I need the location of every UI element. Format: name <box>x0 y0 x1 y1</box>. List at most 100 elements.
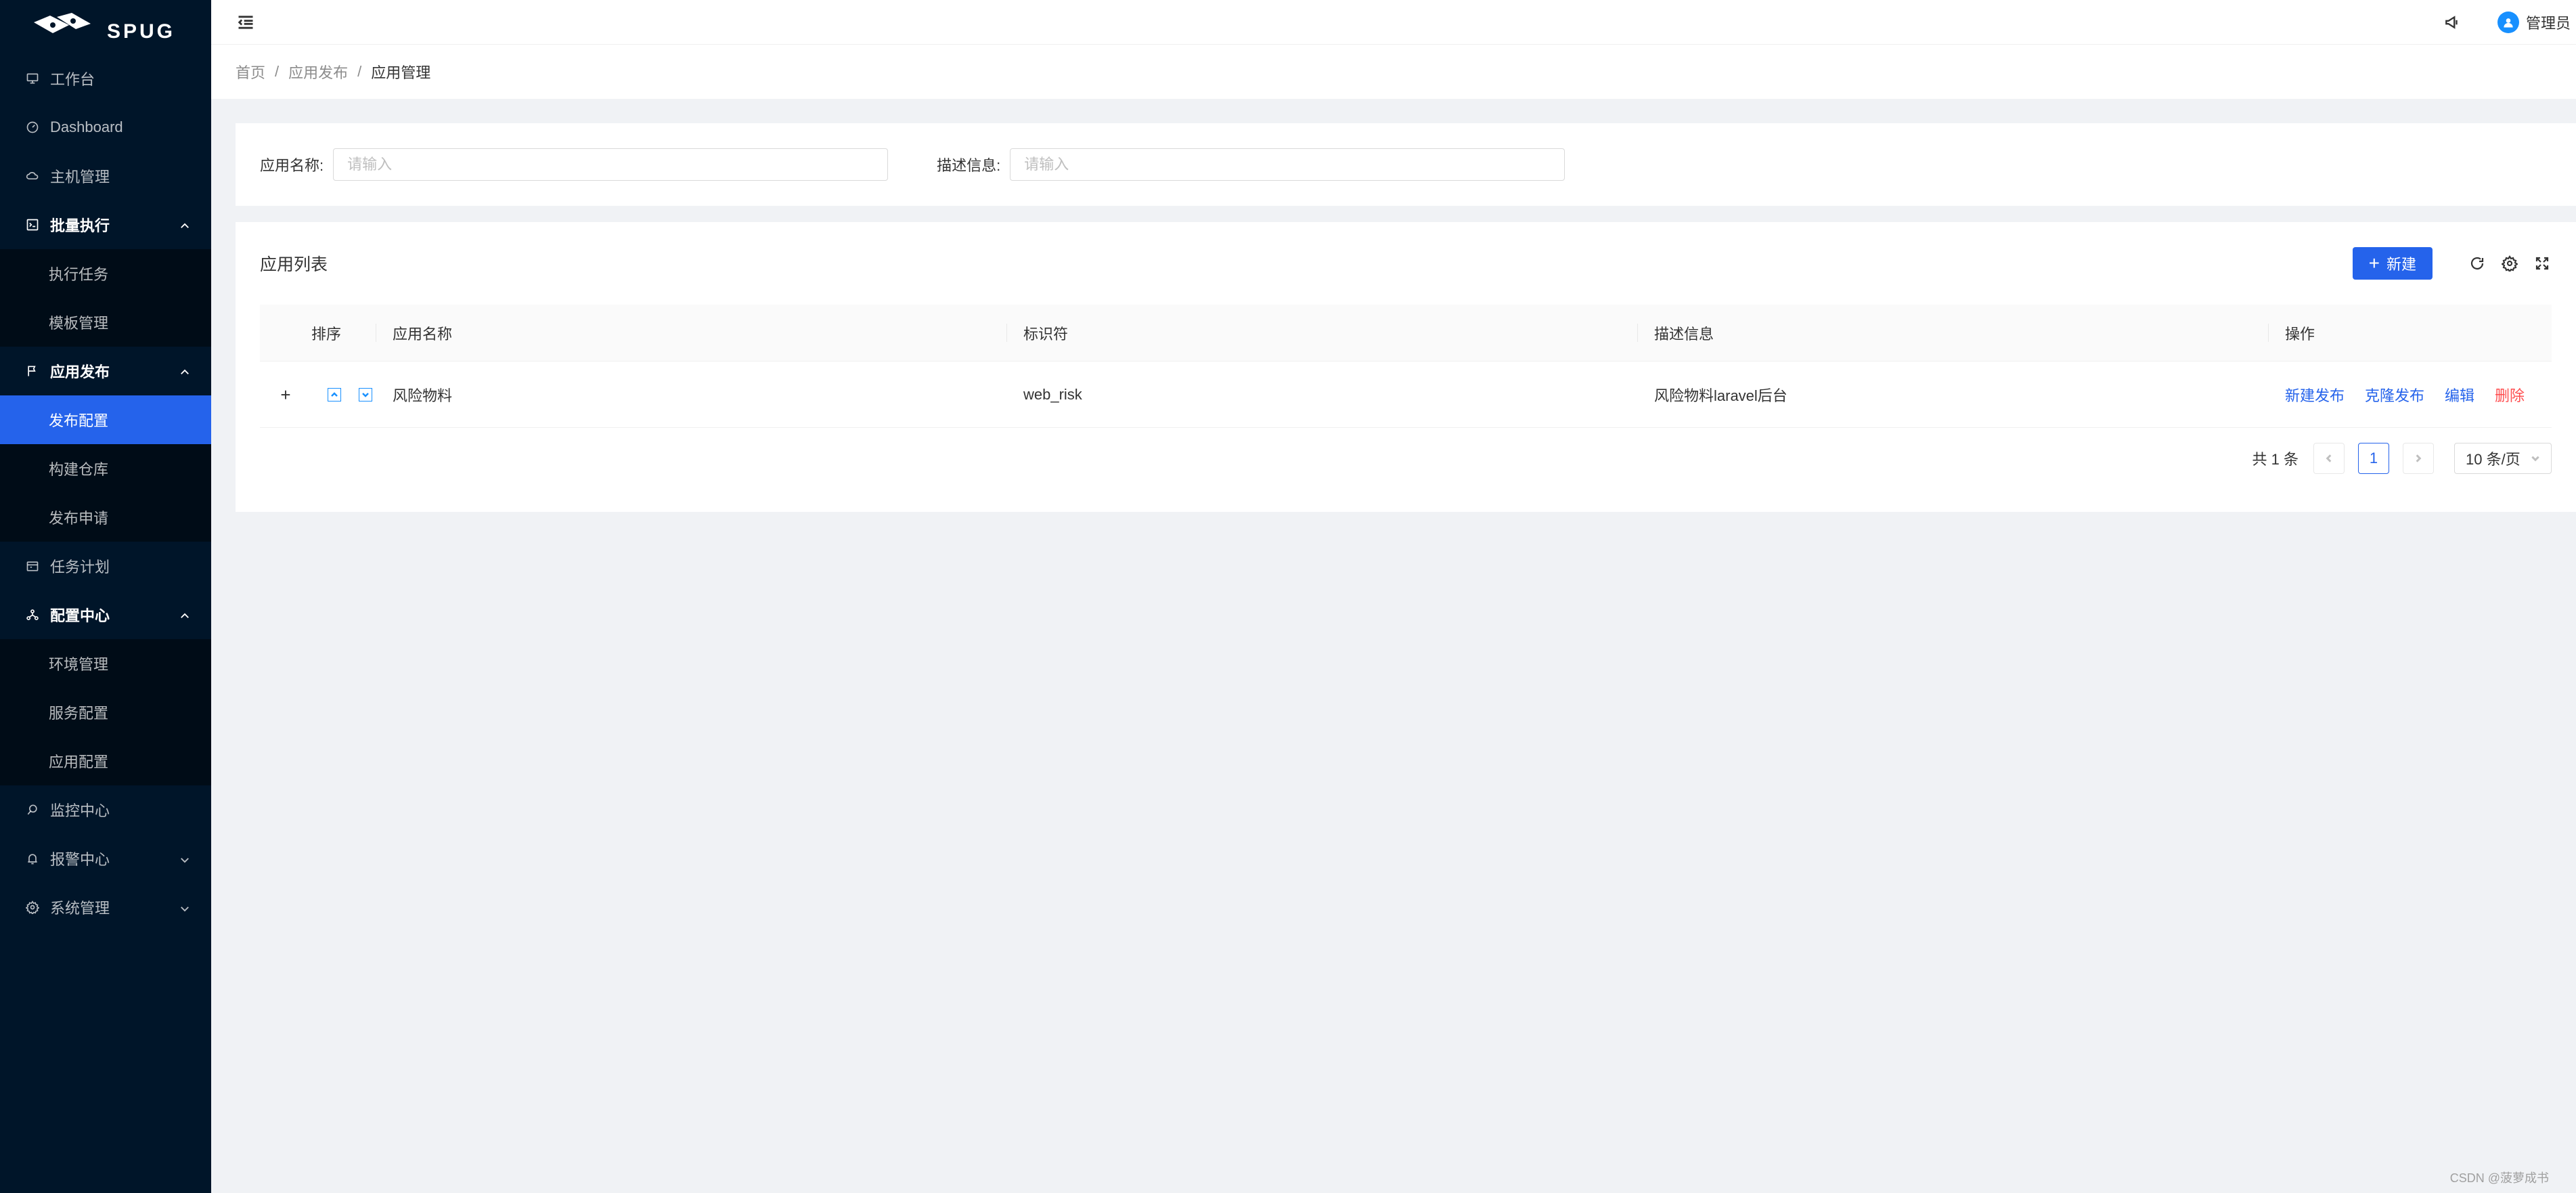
sidebar-item-batch[interactable]: 批量执行 <box>0 200 211 249</box>
breadcrumb: 首页 / 应用发布 / 应用管理 <box>211 45 2576 99</box>
spug-logo-icon <box>34 13 91 33</box>
delete-link[interactable]: 删除 <box>2495 384 2525 406</box>
expand-cell: + <box>260 386 311 404</box>
app-name-value: 风险物料 <box>393 387 453 404</box>
chevron-up-icon <box>179 219 191 231</box>
sidebar-item-dashboard[interactable]: Dashboard <box>0 103 211 152</box>
sidebar-item-label: 报警中心 <box>50 851 110 868</box>
sidebar-subitem-service-config[interactable]: 服务配置 <box>0 688 211 737</box>
sidebar-item-system[interactable]: 系统管理 <box>0 883 211 932</box>
watermark: CSDN @菠萝成书 <box>2449 1171 2549 1185</box>
expand-row-icon[interactable]: + <box>278 386 293 404</box>
search-panel: 应用名称: 描述信息: <box>236 123 2576 206</box>
desktop-icon <box>24 70 41 87</box>
logo-text: SPUG <box>107 20 176 43</box>
column-header-label: 标识符 <box>1023 325 1069 343</box>
alert-icon <box>24 850 41 867</box>
cloud-server-icon <box>24 168 41 184</box>
new-button-label: 新建 <box>2386 256 2416 273</box>
sort-cell <box>311 362 376 427</box>
sidebar-item-monitor[interactable]: 监控中心 <box>0 785 211 834</box>
card-header: 应用列表 + 新建 <box>236 222 2576 305</box>
app-table: 排序 应用名称 标识符 描述信息 操作 + 风险物料 web_risk 风险物料… <box>260 305 2552 428</box>
description-label: 描述信息: <box>937 157 1001 174</box>
fullscreen-icon[interactable] <box>2533 254 2552 273</box>
app-name-field: 应用名称: <box>260 148 889 181</box>
breadcrumb-item-home[interactable]: 首页 <box>236 61 265 83</box>
sidebar-subitem-environments[interactable]: 环境管理 <box>0 639 211 688</box>
pagination-total: 共 1 条 <box>2252 451 2299 468</box>
clone-deploy-link[interactable]: 克隆发布 <box>2365 384 2424 406</box>
sidebar-item-deploy[interactable]: 应用发布 <box>0 347 211 395</box>
breadcrumb-item-current: 应用管理 <box>371 64 431 81</box>
sidebar-item-config-center[interactable]: 配置中心 <box>0 590 211 639</box>
new-app-button[interactable]: + 新建 <box>2352 247 2433 280</box>
chevron-down-icon <box>179 852 191 865</box>
column-header-desc: 描述信息 <box>1638 305 2269 361</box>
chevron-down-icon <box>2531 456 2539 462</box>
app-desc-value: 风险物料laravel后台 <box>1654 387 1787 404</box>
sidebar: SPUG 工作台 Dashboard 主机管理 批量执行 执行任务 模板管理 应… <box>0 0 211 1193</box>
breadcrumb-separator: / <box>357 63 362 80</box>
monitor-icon <box>24 802 41 818</box>
sidebar-item-label: 应用发布 <box>50 364 110 381</box>
breadcrumb-item-deploy[interactable]: 应用发布 <box>288 61 348 83</box>
table-header: 排序 应用名称 标识符 描述信息 操作 <box>260 305 2552 362</box>
app-name-cell: 风险物料 <box>376 362 1007 427</box>
app-key-cell: web_risk <box>1007 362 1638 427</box>
new-deploy-link[interactable]: 新建发布 <box>2285 384 2345 406</box>
avatar[interactable] <box>2497 11 2519 33</box>
reload-icon[interactable] <box>2468 254 2487 273</box>
move-down-icon[interactable] <box>359 387 372 402</box>
edit-link[interactable]: 编辑 <box>2445 384 2474 406</box>
username[interactable]: 管理员 <box>2526 12 2571 33</box>
gear-icon[interactable] <box>2500 254 2519 273</box>
sidebar-subitem-app-config[interactable]: 应用配置 <box>0 737 211 785</box>
page-number[interactable]: 1 <box>2358 443 2389 474</box>
submenu-deploy: 发布配置 构建仓库 发布申请 <box>0 395 211 542</box>
sidebar-item-label: 系统管理 <box>50 900 110 917</box>
move-up-icon[interactable] <box>328 387 341 402</box>
sidebar-item-label: 主机管理 <box>50 169 110 186</box>
app-list-card: 应用列表 + 新建 排序 应用名称 标识符 描述信息 操作 + 风险物料 web… <box>236 222 2576 512</box>
sidebar-item-label: 工作台 <box>50 71 95 88</box>
app-name-label: 应用名称: <box>260 157 324 174</box>
sidebar-item-label: 配置中心 <box>50 607 110 624</box>
column-header-label: 排序 <box>311 325 342 343</box>
sidebar-item-hosts[interactable]: 主机管理 <box>0 152 211 200</box>
page-size-value: 10 条/页 <box>2466 451 2521 468</box>
dashboard-icon <box>24 119 41 135</box>
sidebar-item-alerts[interactable]: 报警中心 <box>0 834 211 883</box>
sidebar-subitem-deploy-request[interactable]: 发布申请 <box>0 493 211 542</box>
description-field: 描述信息: <box>937 148 1565 181</box>
table-row: + 风险物料 web_risk 风险物料laravel后台 新建发布 克隆发布 … <box>260 362 2552 428</box>
breadcrumb-separator: / <box>275 63 280 80</box>
sidebar-subitem-build-repo[interactable]: 构建仓库 <box>0 444 211 493</box>
sidebar-item-schedule[interactable]: 任务计划 <box>0 542 211 590</box>
setting-icon <box>24 899 41 915</box>
submenu-config-center: 环境管理 服务配置 应用配置 <box>0 639 211 785</box>
app-desc-cell: 风险物料laravel后台 <box>1638 362 2269 427</box>
next-page-icon[interactable] <box>2403 443 2434 474</box>
menu-fold-icon[interactable] <box>236 12 256 32</box>
notification-icon[interactable] <box>2442 12 2462 32</box>
sidebar-item-workbench[interactable]: 工作台 <box>0 54 211 103</box>
sidebar-item-label: 监控中心 <box>50 802 110 819</box>
sidebar-subitem-templates[interactable]: 模板管理 <box>0 298 211 347</box>
logo[interactable]: SPUG <box>0 0 211 54</box>
submenu-batch: 执行任务 模板管理 <box>0 249 211 347</box>
actions-cell: 新建发布 克隆发布 编辑 删除 <box>2269 362 2552 427</box>
app-name-input[interactable] <box>333 148 889 181</box>
description-input[interactable] <box>1010 148 1565 181</box>
sidebar-subitem-exec-task[interactable]: 执行任务 <box>0 249 211 298</box>
sidebar-menu: 工作台 Dashboard 主机管理 批量执行 执行任务 模板管理 应用发布 发… <box>0 54 211 932</box>
card-toolbar: + 新建 <box>2352 247 2552 280</box>
column-header-actions: 操作 <box>2269 305 2552 361</box>
sidebar-subitem-deploy-config[interactable]: 发布配置 <box>0 395 211 444</box>
sidebar-item-label: 任务计划 <box>50 559 110 576</box>
page-size-select[interactable]: 10 条/页 <box>2454 443 2552 474</box>
code-icon <box>24 217 41 233</box>
prev-page-icon[interactable] <box>2313 443 2345 474</box>
chevron-up-icon <box>179 609 191 621</box>
plus-icon: + <box>2368 253 2380 274</box>
